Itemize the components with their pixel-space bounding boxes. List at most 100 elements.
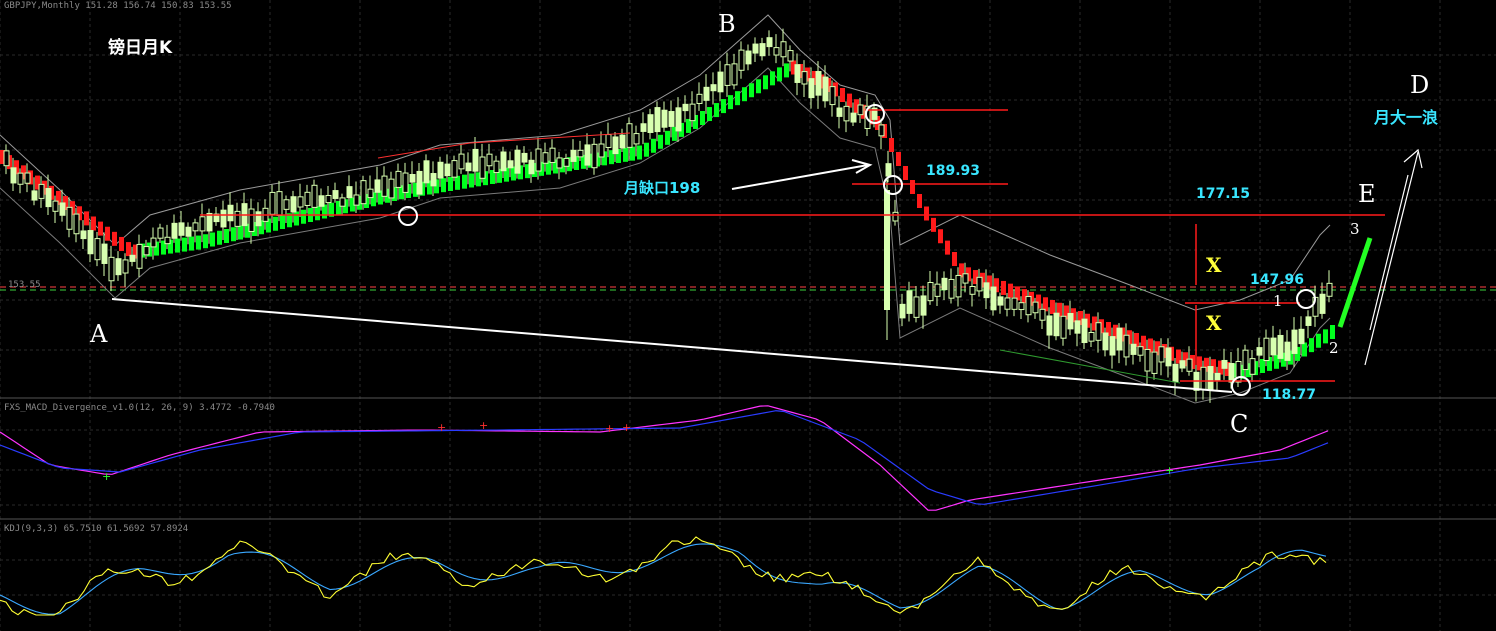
chart-window[interactable]: + + + + + + GBPJPY,Monthly 151.28 156.74 150.… — [0, 0, 1496, 631]
candle-body — [500, 151, 507, 172]
candle-body — [479, 156, 486, 179]
candle-body — [1025, 296, 1032, 316]
candle-body — [1109, 336, 1116, 356]
trend-band-block — [721, 99, 726, 114]
x-mark-lower: X — [1206, 311, 1222, 335]
point-a-label: A — [90, 320, 108, 348]
divergence-marker-red: + — [479, 419, 488, 432]
chart-canvas[interactable]: + + + + + + — [0, 0, 1496, 631]
candle-body — [472, 148, 479, 172]
candle-body — [297, 196, 304, 208]
trend-band-block — [280, 215, 285, 229]
candle-body — [570, 149, 577, 162]
step-2-label: 2 — [1329, 339, 1339, 357]
trend-band-block — [203, 234, 208, 249]
trend-band-block — [462, 174, 467, 189]
macd-header: FXS_MACD_Divergence_v1.0(12, 26, 9) 3.47… — [4, 403, 275, 413]
trend-band-block — [469, 173, 474, 188]
candle-body — [367, 188, 374, 199]
trend-band-block — [126, 242, 131, 257]
candle-body — [850, 112, 857, 123]
candle-body — [997, 296, 1004, 306]
candle-body — [199, 216, 206, 232]
candle-body — [1074, 320, 1081, 334]
trend-band-block — [665, 130, 670, 145]
candle-body — [59, 202, 66, 216]
divergence-marker-red: + — [437, 421, 446, 434]
divergence-marker-green: + — [1165, 464, 1174, 477]
candle-body — [766, 37, 773, 48]
candle-body — [815, 71, 822, 96]
trend-band-block — [1309, 338, 1314, 353]
candle-body — [1032, 301, 1039, 314]
trend-band-block — [182, 237, 187, 252]
candle-body — [192, 222, 199, 232]
candle-body — [1165, 347, 1172, 367]
candle-body — [675, 107, 682, 132]
candle-body — [577, 149, 584, 158]
candle-body — [983, 282, 990, 299]
candle-body — [1284, 341, 1291, 361]
candle-body — [619, 134, 626, 149]
projection-segment-green — [1337, 237, 1373, 328]
divergence-marker-red: + — [622, 421, 631, 434]
trend-band-block — [784, 63, 789, 78]
candle-body — [1081, 318, 1088, 344]
trend-band-block — [210, 232, 215, 247]
candle-body — [143, 246, 150, 256]
candle-body — [227, 204, 234, 222]
candle-body — [1214, 372, 1221, 381]
trend-band-block — [938, 229, 943, 244]
candle-body — [969, 285, 976, 295]
candle-body — [1172, 363, 1179, 383]
candle-body — [395, 170, 402, 188]
candle-body — [1256, 347, 1263, 356]
trend-band-block — [1008, 283, 1013, 298]
candle-body — [528, 159, 535, 175]
candle-body — [1319, 293, 1326, 314]
ma-upper-envelope — [0, 14, 1331, 311]
candle-body — [717, 71, 724, 93]
candle-body — [591, 143, 598, 169]
kdj-k-line — [0, 536, 1327, 616]
candle-body — [906, 290, 913, 314]
candle-body — [752, 43, 759, 54]
candle-body — [563, 157, 570, 167]
wave-annotation: 月大一浪 — [1374, 108, 1439, 127]
candle-body — [661, 109, 668, 128]
candle-body — [94, 238, 101, 261]
candle-body — [1158, 346, 1165, 363]
trend-band-block — [238, 225, 243, 240]
trend-band-block — [1050, 300, 1055, 314]
trend-band-block — [1323, 329, 1328, 344]
x-mark-upper: X — [1206, 253, 1222, 277]
step-3-label: 3 — [1350, 220, 1360, 238]
candle-body — [234, 210, 241, 227]
candle-body — [52, 200, 59, 212]
candle-body — [80, 230, 87, 240]
trend-band-block — [847, 93, 852, 108]
candle-body — [3, 150, 10, 167]
candle-body — [633, 133, 640, 145]
candle-body — [626, 123, 633, 148]
candle-body — [1277, 334, 1284, 359]
candle-body — [458, 153, 465, 170]
candle-body — [1053, 312, 1060, 337]
candle-body — [122, 259, 129, 274]
candle-body — [409, 174, 416, 183]
candle-body — [1221, 359, 1228, 369]
trend-band-block — [700, 111, 705, 125]
candle-body — [10, 167, 17, 184]
candle-body — [822, 76, 829, 102]
candle-body — [696, 93, 703, 104]
chart-title-annotation: 镑日月K — [108, 38, 173, 58]
candle-body — [1200, 366, 1207, 391]
candle-body — [1263, 337, 1270, 362]
candle-body — [507, 160, 514, 169]
candle-body — [1151, 351, 1158, 374]
candle-body — [171, 222, 178, 239]
trend-band-block — [119, 236, 124, 251]
kdj-header: KDJ(9,3,3) 65.7510 61.5692 57.8924 — [4, 524, 189, 534]
candle-body — [955, 274, 962, 298]
candle-body — [549, 147, 556, 163]
